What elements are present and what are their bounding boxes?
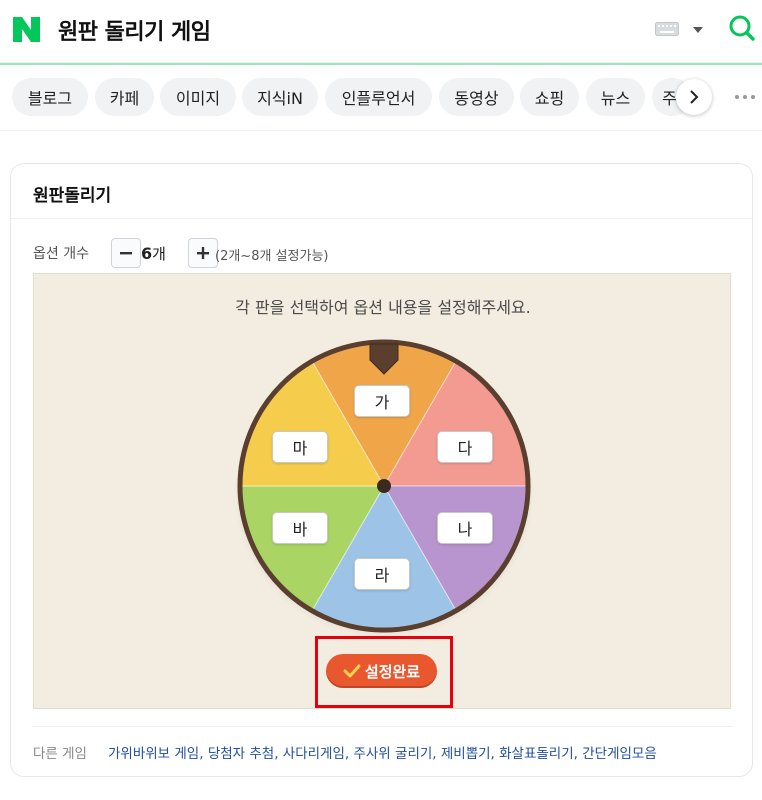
other-games-row: 다른 게임 가위바위보 게임, 당첨자 추첨, 사다리게임, 주사위 굴리기, … bbox=[33, 726, 733, 766]
search-header: 원판 돌리기 게임 bbox=[0, 0, 762, 64]
tabs-divider bbox=[0, 130, 762, 131]
roulette-card: 원판돌리기 옵션 개수 6개 (2개~8개 설정가능) 각 판을 선택하여 옵션… bbox=[10, 163, 753, 777]
tab-news[interactable]: 뉴스 bbox=[586, 78, 645, 116]
more-dots-icon[interactable] bbox=[734, 94, 756, 100]
card-divider bbox=[11, 218, 752, 219]
segment-label-na[interactable]: 나 bbox=[437, 512, 493, 544]
chevron-right-icon bbox=[690, 90, 699, 104]
segment-label-da[interactable]: 다 bbox=[437, 431, 493, 463]
tab-cafe[interactable]: 카페 bbox=[95, 78, 154, 116]
minus-icon bbox=[120, 252, 132, 255]
header-divider bbox=[0, 63, 762, 65]
other-games-links[interactable]: 가위바위보 게임, 당첨자 추첨, 사다리게임, 주사위 굴리기, 제비뽑기, … bbox=[108, 742, 657, 762]
keyboard-icon[interactable] bbox=[655, 22, 679, 36]
wheel-center-pin bbox=[377, 479, 391, 493]
done-button-label: 설정완료 bbox=[364, 662, 421, 681]
tab-video[interactable]: 동영상 bbox=[439, 78, 514, 116]
option-count-label: 옵션 개수 bbox=[33, 246, 89, 262]
increase-button[interactable] bbox=[188, 238, 218, 268]
tab-kin[interactable]: 지식iN bbox=[242, 78, 318, 116]
search-icon[interactable] bbox=[728, 14, 756, 42]
tab-influencer[interactable]: 인플루언서 bbox=[325, 78, 432, 116]
card-title: 원판돌리기 bbox=[33, 186, 112, 206]
chevron-down-icon[interactable] bbox=[692, 26, 704, 34]
category-tabs: 블로그 카페 이미지 지식iN 인플루언서 동영상 쇼핑 뉴스 주 bbox=[0, 66, 762, 128]
segment-label-ma[interactable]: 마 bbox=[272, 431, 328, 463]
tabs-next-button[interactable] bbox=[676, 79, 712, 115]
done-button[interactable]: 설정완료 bbox=[326, 654, 437, 688]
segment-label-ra[interactable]: 라 bbox=[354, 558, 410, 590]
tab-shopping[interactable]: 쇼핑 bbox=[520, 78, 579, 116]
segment-label-ba[interactable]: 바 bbox=[272, 512, 328, 544]
decrease-button[interactable] bbox=[111, 238, 141, 268]
other-games-label: 다른 게임 bbox=[33, 746, 87, 762]
segment-label-ga[interactable]: 가 bbox=[354, 385, 410, 417]
instruction-text: 각 판을 선택하여 옵션 내용을 설정해주세요. bbox=[235, 298, 531, 317]
option-range-note: (2개~8개 설정가능) bbox=[215, 249, 329, 264]
search-query[interactable]: 원판 돌리기 게임 bbox=[58, 14, 211, 46]
check-icon bbox=[343, 664, 361, 678]
plus-icon bbox=[197, 247, 209, 259]
tab-image[interactable]: 이미지 bbox=[160, 78, 236, 116]
option-count-value: 6개 bbox=[141, 244, 166, 263]
naver-logo-icon[interactable] bbox=[13, 17, 40, 42]
option-count-row: 옵션 개수 6개 (2개~8개 설정가능) bbox=[33, 238, 433, 268]
tab-blog[interactable]: 블로그 bbox=[12, 78, 88, 116]
roulette-board: 각 판을 선택하여 옵션 내용을 설정해주세요. 가 다 나 라 바 마 설정완… bbox=[33, 273, 731, 709]
